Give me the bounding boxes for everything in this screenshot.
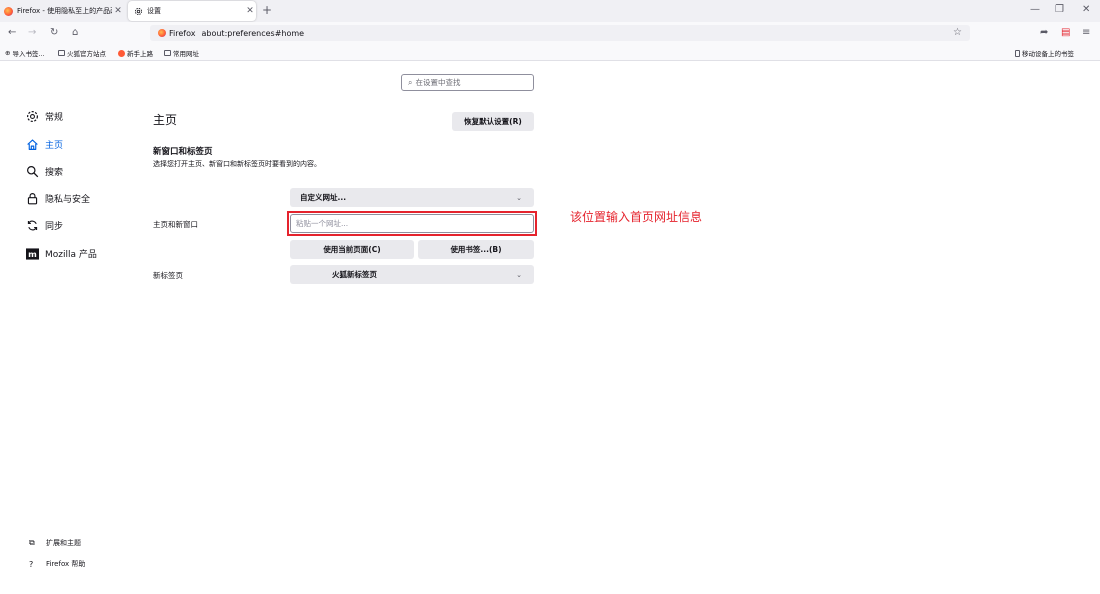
- sidebar-item-search[interactable]: 搜索: [26, 165, 63, 178]
- bookmark-getting-started[interactable]: 新手上路: [118, 48, 153, 58]
- bookmark-label: 火狐官方站点: [67, 50, 106, 58]
- minimize-icon[interactable]: —: [1030, 4, 1040, 15]
- sidebar-item-label: Firefox 帮助: [46, 560, 86, 568]
- tab-label: 设置: [147, 7, 161, 15]
- sidebar-item-general[interactable]: 常规: [26, 110, 63, 123]
- page-title: 主页: [153, 113, 178, 127]
- folder-icon: [58, 50, 65, 56]
- bookmark-common-sites[interactable]: 常用网址: [164, 48, 199, 58]
- new-tab-button[interactable]: +: [262, 3, 272, 17]
- sidebar-item-label: 搜索: [45, 168, 64, 178]
- gear-icon: [26, 110, 39, 123]
- bookmarks-toolbar: ⊕ 导入书签... 火狐官方站点 新手上路 常用网址 移动设备上的书签: [0, 44, 1100, 61]
- reload-icon[interactable]: ↻: [50, 27, 58, 38]
- home-icon[interactable]: ⌂: [72, 27, 78, 38]
- tab-strip: Firefox - 使用隐私至上的产品改 ✕ 设置 ✕ + — ❐ ✕: [0, 0, 1100, 22]
- menu-icon[interactable]: ≡: [1082, 27, 1090, 38]
- settings-search-input[interactable]: ⌕ 在设置中查找: [401, 74, 534, 91]
- puzzle-icon: ⧉: [29, 538, 35, 547]
- bookmark-label: 常用网址: [173, 50, 199, 58]
- new-tab-label: 新标签页: [153, 271, 183, 280]
- select-value: 火狐新标签页: [332, 270, 377, 279]
- sidebar-item-addons[interactable]: ⧉ 扩展和主题: [29, 538, 81, 548]
- annotation-text: 该位置输入首页网址信息: [570, 210, 703, 224]
- back-icon[interactable]: ←: [8, 27, 16, 38]
- tab-settings[interactable]: 设置 ✕: [128, 1, 256, 21]
- sidebar-item-label: 主页: [45, 141, 64, 151]
- search-icon: ⌕: [408, 77, 413, 87]
- new-tab-select[interactable]: 火狐新标签页 ⌄: [290, 265, 534, 284]
- firefox-icon: [158, 29, 166, 37]
- folder-icon: [164, 50, 171, 56]
- use-bookmark-button[interactable]: 使用书签...(B): [418, 240, 534, 259]
- chevron-down-icon: ⌄: [516, 270, 522, 279]
- forward-icon[interactable]: →: [28, 27, 36, 38]
- bookmark-mobile[interactable]: 移动设备上的书签: [1015, 48, 1074, 58]
- search-icon: [26, 165, 39, 178]
- sidebar-item-help[interactable]: ? Firefox 帮助: [29, 559, 85, 569]
- sidebar-item-label: 同步: [45, 222, 64, 232]
- close-window-icon[interactable]: ✕: [1082, 4, 1090, 15]
- chevron-down-icon: ⌄: [516, 193, 522, 202]
- home-icon: [26, 138, 39, 151]
- lock-icon: [26, 192, 39, 205]
- url-text[interactable]: about:preferences#home: [201, 29, 304, 38]
- bookmark-star-icon[interactable]: ☆: [953, 27, 962, 38]
- gear-icon: [134, 7, 143, 16]
- homepage-select[interactable]: 自定义网址... ⌄: [290, 188, 534, 207]
- sidebar-item-label: 隐私与安全: [45, 195, 91, 205]
- select-value: 自定义网址...: [300, 193, 347, 202]
- section-description: 选择您打开主页、新窗口和新标签页时要看到的内容。: [153, 160, 321, 168]
- save-to-pocket-icon[interactable]: ➦: [1040, 27, 1048, 38]
- sidebar-item-label: Mozilla 产品: [45, 250, 97, 260]
- tab-label: Firefox - 使用隐私至上的产品改: [17, 7, 112, 15]
- restore-defaults-button[interactable]: 恢复默认设置(R): [452, 112, 534, 131]
- import-icon: ⊕: [5, 49, 11, 57]
- help-icon: ?: [29, 559, 34, 569]
- identity-box[interactable]: Firefox: [150, 25, 201, 41]
- bookmark-label: 新手上路: [127, 50, 153, 58]
- url-bar[interactable]: Firefox about:preferences#home ☆: [150, 25, 970, 41]
- firefox-icon: [118, 49, 125, 57]
- sidebar-item-privacy[interactable]: 隐私与安全: [26, 192, 90, 205]
- bookmark-label: 导入书签...: [12, 50, 45, 58]
- sidebar-item-label: 常规: [45, 113, 64, 123]
- section-title: 新窗口和标签页: [153, 147, 213, 157]
- bookmark-label: 移动设备上的书签: [1022, 50, 1074, 58]
- identity-label: Firefox: [169, 28, 196, 38]
- sidebar-item-label: 扩展和主题: [46, 539, 81, 547]
- close-icon[interactable]: ✕: [112, 6, 124, 16]
- use-current-page-button[interactable]: 使用当前页面(C): [290, 240, 414, 259]
- bookmark-import[interactable]: ⊕ 导入书签...: [5, 48, 45, 58]
- extension-icon[interactable]: ▤: [1061, 27, 1070, 38]
- firefox-icon: [4, 6, 13, 16]
- svg-text:m: m: [28, 249, 37, 259]
- sync-icon: [26, 219, 39, 232]
- close-icon[interactable]: ✕: [244, 6, 256, 16]
- sidebar-item-mozilla[interactable]: m Mozilla 产品: [26, 247, 97, 260]
- tab-firefox-privacy[interactable]: Firefox - 使用隐私至上的产品改 ✕: [4, 1, 124, 21]
- search-placeholder: 在设置中查找: [415, 78, 461, 87]
- restore-icon[interactable]: ❐: [1055, 4, 1064, 15]
- homepage-label: 主页和新窗口: [153, 220, 198, 229]
- mobile-icon: [1015, 49, 1020, 57]
- bookmark-official-site[interactable]: 火狐官方站点: [58, 48, 106, 58]
- sidebar-item-sync[interactable]: 同步: [26, 219, 63, 232]
- sidebar-item-home[interactable]: 主页: [26, 138, 63, 151]
- mozilla-icon: m: [26, 247, 39, 260]
- annotation-highlight-box: [287, 211, 537, 236]
